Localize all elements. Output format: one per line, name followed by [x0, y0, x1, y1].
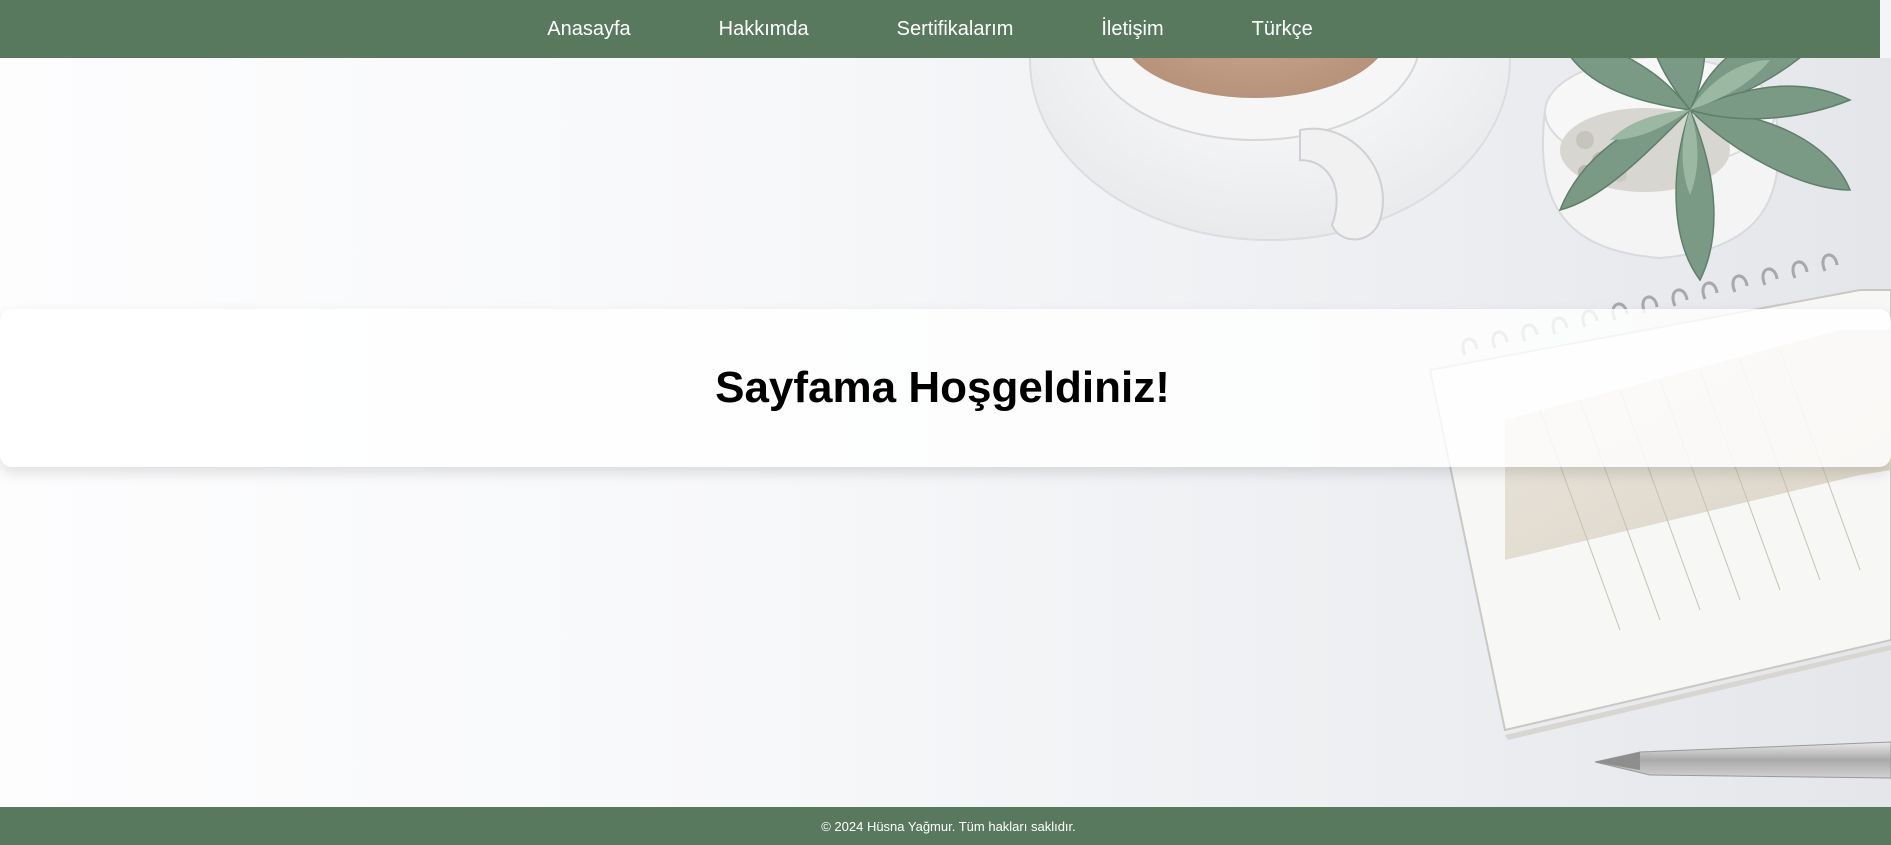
top-navbar: Anasayfa Hakkımda Sertifikalarım İletişi… — [0, 0, 1880, 58]
language-selector[interactable]: Türkçe — [1252, 18, 1313, 41]
nav-menu: Anasayfa Hakkımda Sertifikalarım İletişi… — [0, 0, 1880, 58]
nav-link-sertifikalarim[interactable]: Sertifikalarım — [897, 18, 1014, 41]
welcome-banner: Sayfama Hoşgeldiniz! — [0, 309, 1891, 467]
copyright-text: © 2024 Hüsna Yağmur. Tüm hakları saklıdı… — [821, 818, 1076, 834]
nav-link-anasayfa[interactable]: Anasayfa — [547, 18, 630, 41]
footer: © 2024 Hüsna Yağmur. Tüm hakları saklıdı… — [0, 807, 1891, 845]
pen-icon — [1594, 741, 1891, 779]
page: Anasayfa Hakkımda Sertifikalarım İletişi… — [0, 0, 1891, 845]
nav-link-hakkimda[interactable]: Hakkımda — [719, 18, 809, 41]
nav-edge — [1880, 0, 1891, 58]
welcome-title: Sayfama Hoşgeldiniz! — [715, 363, 1170, 412]
nav-link-iletisim[interactable]: İletişim — [1101, 18, 1163, 41]
